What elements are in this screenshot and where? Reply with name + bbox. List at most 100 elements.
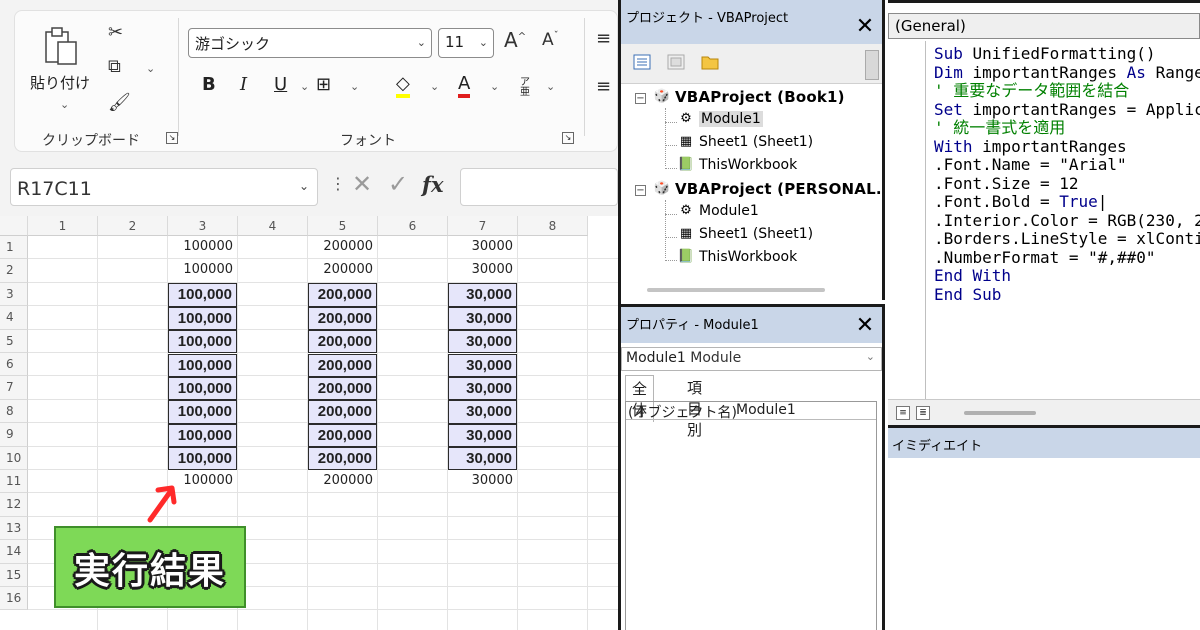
code-line[interactable]: .Interior.Color = RGB(230, 2 (934, 211, 1200, 231)
cell[interactable]: 30000 (448, 259, 517, 281)
font-name-select[interactable]: 游ゴシック ⌄ (188, 28, 432, 58)
code-line[interactable]: End With (934, 266, 1200, 286)
formatted-cell[interactable]: 30,000 (448, 353, 517, 377)
code-hscroll-thumb[interactable] (964, 411, 1036, 415)
tree-item[interactable]: ▦ Sheet1 (Sheet1) (677, 226, 813, 242)
view-object-icon[interactable] (667, 54, 685, 70)
cell[interactable]: 200000 (308, 259, 377, 281)
grow-font-button[interactable]: A^ (504, 28, 526, 52)
code-line[interactable]: Dim importantRanges As Range (934, 63, 1200, 83)
phonetic-chevron-icon[interactable]: ⌄ (546, 80, 555, 93)
formatted-cell[interactable]: 200,000 (308, 330, 377, 354)
paste-chevron-icon[interactable]: ⌄ (60, 98, 69, 111)
font-launcher-icon[interactable]: ↘ (562, 132, 574, 144)
insert-function-button[interactable]: fx (422, 172, 444, 197)
align-top-icon[interactable]: ≡ (596, 28, 611, 49)
row-header[interactable]: 13 (0, 516, 28, 541)
toolbar-scrollbar[interactable] (865, 50, 879, 80)
property-row[interactable]: (オブジェクト名) Module1 (626, 402, 876, 421)
tree-item[interactable]: 📗 ThisWorkbook (677, 249, 797, 265)
paste-icon[interactable] (42, 26, 80, 66)
column-header[interactable]: 7 (448, 216, 518, 236)
code-line[interactable]: .Font.Size = 12 (934, 174, 1200, 194)
code-line[interactable]: Sub UnifiedFormatting() (934, 45, 1200, 64)
property-value[interactable]: Module1 (736, 402, 796, 418)
code-line[interactable]: .NumberFormat = "#,##0" (934, 248, 1200, 268)
formatted-cell[interactable]: 30,000 (448, 283, 517, 307)
formatted-cell[interactable]: 100,000 (168, 423, 237, 448)
font-size-select[interactable]: 11 ⌄ (438, 28, 494, 58)
procedure-view-icon[interactable]: ≡ (896, 406, 910, 420)
formatted-cell[interactable]: 200,000 (308, 447, 377, 471)
formatted-cell[interactable]: 200,000 (308, 376, 377, 401)
row-header[interactable]: 1 (0, 236, 28, 260)
row-header[interactable]: 5 (0, 329, 28, 353)
row-header[interactable]: 6 (0, 353, 28, 377)
phonetic-guide-button[interactable]: ア亜 (520, 78, 534, 98)
more-icon[interactable]: ⋮ (330, 174, 346, 193)
toggle-folders-icon[interactable] (701, 54, 719, 70)
code-editor[interactable]: Sub UnifiedFormatting() Dim importantRang… (934, 45, 1200, 397)
formatted-cell[interactable]: 30,000 (448, 423, 517, 448)
immediate-window[interactable]: イミディエイト (888, 425, 1200, 630)
fill-color-icon[interactable]: ◇ (396, 74, 410, 98)
formula-input[interactable] (460, 168, 618, 206)
row-header[interactable]: 3 (0, 282, 28, 307)
row-header[interactable]: 10 (0, 446, 28, 470)
view-code-icon[interactable] (633, 54, 651, 70)
formatted-cell[interactable]: 30,000 (448, 447, 517, 471)
row-header[interactable]: 11 (0, 470, 28, 494)
select-all-corner[interactable] (0, 216, 28, 236)
bold-button[interactable]: B (202, 74, 216, 95)
tree-item[interactable]: ⚙ Module1 (677, 111, 763, 127)
close-icon[interactable]: ✕ (853, 315, 877, 337)
code-line[interactable]: .Font.Bold = True| (934, 192, 1200, 212)
code-line[interactable]: .Font.Name = "Arial" (934, 155, 1200, 175)
formatted-cell[interactable]: 100,000 (168, 353, 237, 377)
code-line[interactable]: .Borders.LineStyle = xlConti (934, 229, 1200, 249)
row-header[interactable]: 7 (0, 376, 28, 400)
tree-item[interactable]: ▦ Sheet1 (Sheet1) (677, 134, 813, 150)
formatted-cell[interactable]: 100,000 (168, 400, 237, 424)
row-header[interactable]: 16 (0, 587, 28, 611)
row-header[interactable]: 8 (0, 399, 28, 424)
tree-item[interactable]: ⚙ Module1 (677, 203, 759, 219)
borders-chevron-icon[interactable]: ⌄ (350, 80, 359, 93)
formula-cancel-icon[interactable]: ✕ (352, 170, 372, 198)
formula-enter-icon[interactable]: ✓ (388, 170, 408, 198)
formatted-cell[interactable]: 200,000 (308, 423, 377, 448)
font-color-button[interactable]: A (458, 74, 471, 98)
cell[interactable]: 30000 (448, 236, 517, 258)
column-header[interactable]: 4 (238, 216, 308, 236)
column-header[interactable]: 2 (98, 216, 168, 236)
column-header[interactable]: 1 (28, 216, 98, 236)
object-dropdown[interactable]: (General) (888, 13, 1200, 39)
clipboard-launcher-icon[interactable]: ↘ (166, 132, 178, 144)
row-header[interactable]: 12 (0, 493, 28, 517)
code-line[interactable]: Set importantRanges = Applic (934, 100, 1200, 120)
cell[interactable]: 30000 (448, 470, 517, 492)
formatted-cell[interactable]: 30,000 (448, 330, 517, 354)
formatted-cell[interactable]: 30,000 (448, 306, 517, 331)
formatted-cell[interactable]: 100,000 (168, 330, 237, 354)
name-box[interactable]: R17C11 ⌄ (10, 168, 318, 206)
code-line[interactable]: With importantRanges (934, 137, 1200, 157)
column-header[interactable]: 3 (168, 216, 238, 236)
collapse-icon[interactable]: − (635, 185, 646, 196)
align-left-icon[interactable]: ≡ (596, 76, 611, 97)
tree-project-node[interactable]: 🎲 VBAProject (PERSONAL. (653, 180, 882, 198)
object-select[interactable]: Module1 Module ⌄ (621, 347, 882, 371)
underline-button[interactable]: U (274, 74, 287, 95)
fill-color-chevron-icon[interactable]: ⌄ (430, 80, 439, 93)
code-line[interactable]: ' 重要なデータ範囲を結合 (934, 81, 1200, 101)
collapse-icon[interactable]: − (635, 93, 646, 104)
cell[interactable]: 200000 (308, 236, 377, 258)
shrink-font-button[interactable]: Aˇ (542, 30, 559, 50)
font-color-chevron-icon[interactable]: ⌄ (490, 80, 499, 93)
format-painter-icon[interactable]: 🖌 (108, 92, 131, 113)
row-header[interactable]: 2 (0, 259, 28, 283)
borders-icon[interactable]: ⊞ (316, 74, 331, 95)
copy-chevron-icon[interactable]: ⌄ (146, 62, 155, 75)
chevron-down-icon[interactable]: ⌄ (299, 179, 309, 193)
row-header[interactable]: 14 (0, 540, 28, 564)
